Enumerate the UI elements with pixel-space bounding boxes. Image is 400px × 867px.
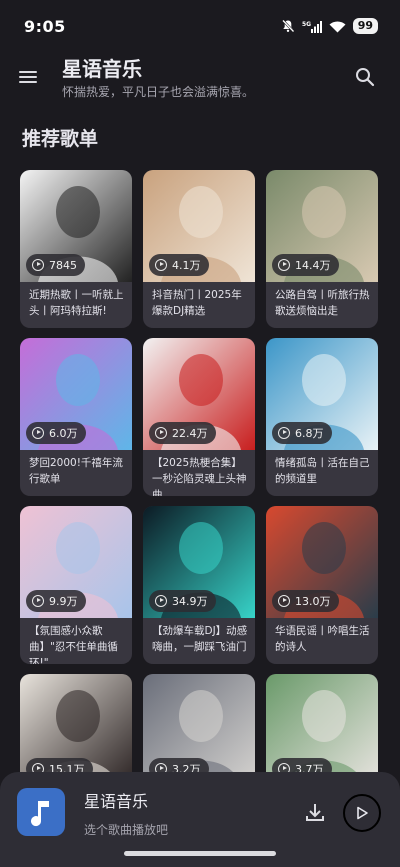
app-subtitle: 怀揣热爱，平凡日子也会溢满惊喜。	[62, 85, 255, 99]
play-count-badge: 13.0万	[272, 590, 339, 612]
signal-icon: 5G	[302, 20, 322, 33]
play-circle-icon	[32, 427, 44, 439]
play-count: 6.8万	[295, 427, 324, 440]
app-title: 星语音乐	[62, 57, 142, 81]
play-circle-icon	[278, 259, 290, 271]
playlist-title: 【劲爆车载DJ】动感嗨曲，一脚踩飞油门	[152, 625, 248, 653]
play-count-badge: 9.9万	[26, 590, 86, 612]
playlist-cover: 9.9万	[20, 506, 132, 618]
playlist-title: 抖音热门丨2025年爆款DJ精选	[152, 289, 242, 317]
wifi-icon	[329, 20, 346, 33]
play-count: 6.0万	[49, 427, 78, 440]
play-count: 22.4万	[172, 427, 208, 440]
player-subtitle: 选个歌曲播放吧	[84, 823, 169, 837]
play-icon	[357, 806, 368, 820]
play-count: 7845	[49, 258, 77, 272]
status-icons: 5G 99	[281, 18, 378, 34]
playlist-cover: 3.2万	[143, 674, 255, 786]
play-count: 34.9万	[172, 595, 208, 608]
play-count: 13.0万	[295, 595, 331, 608]
home-indicator	[124, 851, 276, 856]
playlist-cover: 6.0万	[20, 338, 132, 450]
player-title: 星语音乐	[84, 792, 149, 811]
play-count-badge: 14.4万	[272, 254, 339, 276]
playlist-cover: 13.0万	[266, 506, 378, 618]
play-circle-icon	[155, 427, 167, 439]
play-circle-icon	[155, 595, 167, 607]
play-count-badge: 7845	[26, 254, 85, 276]
play-count-badge: 6.0万	[26, 422, 86, 444]
playlist-title: 【氛围感小众歌曲】"忍不住单曲循环!"	[29, 625, 118, 664]
mute-icon	[281, 19, 295, 33]
playlist-cover: 3.7万	[266, 674, 378, 786]
playlist-grid: 7845 近期热歌丨一听就上头丨阿玛特拉斯! 4.1万抖音热门丨2025年爆款DJ精…	[20, 170, 382, 832]
playlist-cover: 7845	[20, 170, 132, 282]
playlist-title: 近期热歌丨一听就上头丨阿玛特拉斯!	[29, 289, 124, 317]
music-note-icon	[17, 788, 65, 836]
menu-icon[interactable]	[18, 68, 40, 90]
playlist-card[interactable]: 22.4万【2025热梗合集】一秒沦陷灵魂上头神曲	[143, 338, 255, 496]
playlist-card[interactable]: 34.9万【劲爆车载DJ】动感嗨曲，一脚踩飞油门	[143, 506, 255, 664]
playlist-cover: 34.9万	[143, 506, 255, 618]
playlist-card[interactable]: 4.1万抖音热门丨2025年爆款DJ精选	[143, 170, 255, 328]
play-circle-icon	[32, 259, 44, 271]
play-button[interactable]	[343, 794, 381, 832]
playlist-card[interactable]: 7845 近期热歌丨一听就上头丨阿玛特拉斯!	[20, 170, 132, 328]
app-header: 星语音乐 怀揣热爱，平凡日子也会溢满惊喜。	[0, 52, 400, 108]
play-circle-icon	[278, 595, 290, 607]
status-time: 9:05	[24, 16, 66, 36]
playlist-title: 情绪孤岛丨活在自己的频道里	[275, 457, 370, 485]
play-count-badge: 22.4万	[149, 422, 216, 444]
section-title: 推荐歌单	[22, 128, 99, 150]
playlist-title: 华语民谣丨吟唱生活的诗人	[275, 625, 370, 653]
status-bar: 9:05 5G 99	[0, 0, 400, 52]
play-count-badge: 6.8万	[272, 422, 332, 444]
playlist-title: 公路自驾丨听旅行热歌送烦恼出走	[275, 289, 370, 317]
playlist-card[interactable]: 14.4万公路自驾丨听旅行热歌送烦恼出走	[266, 170, 378, 328]
search-icon[interactable]	[354, 66, 376, 88]
download-icon[interactable]	[304, 801, 326, 823]
playlist-card[interactable]: 13.0万华语民谣丨吟唱生活的诗人	[266, 506, 378, 664]
playlist-cover: 22.4万	[143, 338, 255, 450]
battery-indicator: 99	[352, 18, 378, 34]
play-count: 14.4万	[295, 259, 331, 272]
playlist-card[interactable]: 9.9万【氛围感小众歌曲】"忍不住单曲循环!"	[20, 506, 132, 664]
play-circle-icon	[278, 427, 290, 439]
play-count-badge: 4.1万	[149, 254, 209, 276]
play-count: 4.1万	[172, 259, 201, 272]
playlist-title: 梦回2000!千禧年流行歌单	[29, 457, 123, 485]
title-block: 星语音乐 怀揣热爱，平凡日子也会溢满惊喜。	[62, 56, 254, 101]
playlist-title: 【2025热梗合集】一秒沦陷灵魂上头神曲	[152, 457, 247, 496]
playlist-card[interactable]: 6.0万梦回2000!千禧年流行歌单	[20, 338, 132, 496]
playlist-cover: 15.1万	[20, 674, 132, 786]
playlist-card[interactable]: 6.8万情绪孤岛丨活在自己的频道里	[266, 338, 378, 496]
play-count: 9.9万	[49, 595, 78, 608]
play-count-badge: 34.9万	[149, 590, 216, 612]
svg-text:5G: 5G	[302, 21, 311, 28]
play-circle-icon	[32, 595, 44, 607]
playlist-cover: 4.1万	[143, 170, 255, 282]
play-circle-icon	[155, 259, 167, 271]
playlist-cover: 14.4万	[266, 170, 378, 282]
playlist-cover: 6.8万	[266, 338, 378, 450]
